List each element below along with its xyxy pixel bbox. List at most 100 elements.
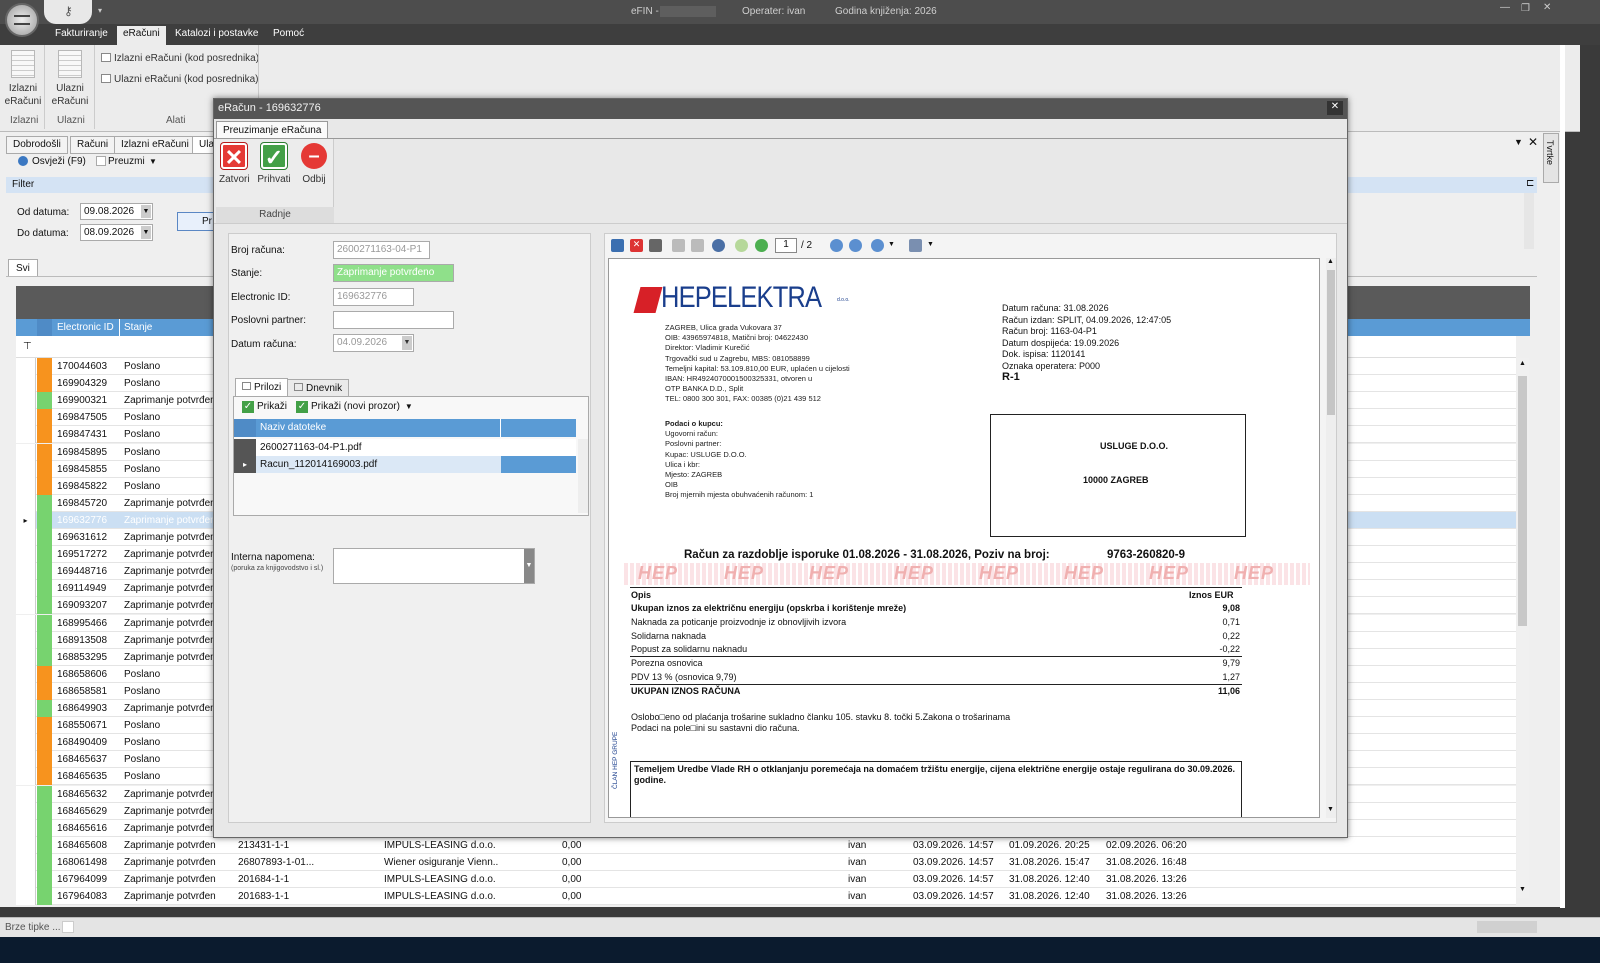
prikazi-novi-prozor-button[interactable]: ✓ Prikaži (novi prozor) ▼: [296, 401, 413, 413]
close-doc-icon[interactable]: ✕: [630, 239, 643, 252]
qat-dropdown-icon[interactable]: ▾: [98, 6, 102, 15]
table-row[interactable]: 167964099 Zaprimanje potvrđeno 201684-1-1 I…: [16, 871, 1516, 888]
shortcut-input[interactable]: [62, 921, 74, 933]
export-icon[interactable]: [909, 239, 922, 252]
application-menu-button[interactable]: [5, 3, 39, 37]
invoice-details-panel: Broj računa: 2600271163-04-P1 Stanje: Za…: [228, 233, 591, 823]
side-panel-tvrtke[interactable]: Tvrtke: [1543, 133, 1559, 183]
table-row[interactable]: 168061498 Zaprimanje potvrđeno 26807893-1-…: [16, 853, 1516, 871]
scroll-up-icon[interactable]: ▲: [1519, 360, 1526, 367]
tab-prilozi[interactable]: Prilozi: [235, 378, 289, 396]
interna-napomena-input[interactable]: ▼: [333, 548, 535, 584]
doc-tab-dobrodosli[interactable]: Dobrodošli: [6, 136, 68, 154]
zatvori-button[interactable]: ✕ Zatvori: [219, 143, 250, 185]
scroll-down-icon[interactable]: ▼: [1519, 886, 1526, 893]
kupac-line: Kupac: USLUGE D.O.O.: [665, 449, 747, 459]
paste-icon[interactable]: [691, 239, 704, 252]
col-naziv-datoteke[interactable]: Naziv datoteke: [260, 422, 326, 433]
calendar-dropdown-icon[interactable]: ▼: [402, 336, 412, 350]
scroll-up-icon[interactable]: ▲: [1327, 258, 1334, 265]
prikazi-button[interactable]: ✓ Prikaži: [242, 401, 287, 413]
cell-korisnik: ivan: [848, 874, 867, 885]
dropdown-icon[interactable]: ▼: [524, 549, 534, 583]
scroll-thumb[interactable]: [1518, 376, 1527, 626]
izlazni-eracuni-button[interactable]: Izlazni eRačuni: [4, 50, 42, 108]
ulazni-eracuni-button[interactable]: Ulazni eRačuni: [50, 50, 90, 108]
pin-icon[interactable]: ⊏: [1526, 178, 1534, 189]
filter-scrollbar[interactable]: [1524, 193, 1534, 249]
grid-tab-svi[interactable]: Svi: [8, 259, 38, 277]
calendar-dropdown-icon[interactable]: ▼: [141, 205, 151, 218]
minimize-icon[interactable]: —: [1500, 2, 1510, 13]
restore-icon[interactable]: ❐: [1521, 3, 1530, 14]
odbij-button[interactable]: – Odbij: [300, 143, 328, 185]
scroll-down-icon[interactable]: ▼: [1327, 806, 1334, 813]
invoice-line: Naknada za poticanje proizvodnje iz obno…: [630, 616, 1242, 630]
tab-pomoc[interactable]: Pomoć: [273, 28, 304, 39]
close-tab-icon[interactable]: ✕: [1528, 135, 1538, 149]
zoom-out-icon[interactable]: [849, 239, 862, 252]
scroll-thumb[interactable]: [1327, 270, 1335, 415]
row-indicator: [16, 443, 36, 461]
tabs-dropdown-icon[interactable]: ▼: [1514, 137, 1523, 147]
line-desc: Porezna osnovica: [631, 658, 703, 669]
col-electronic-id[interactable]: Electronic ID: [57, 322, 114, 333]
grid-vertical-scrollbar[interactable]: ▲ ▼: [1517, 358, 1529, 898]
doc-tab-racuni[interactable]: Računi: [70, 136, 116, 154]
col-opis: Opis: [631, 590, 652, 600]
doc-tab-izlazni[interactable]: Izlazni eRačuni: [114, 136, 196, 154]
checkmark-icon: ✓: [296, 401, 308, 413]
tab-katalozi[interactable]: Katalozi i postavke: [175, 28, 258, 39]
calendar-dropdown-icon[interactable]: ▼: [141, 226, 151, 239]
print-icon[interactable]: [649, 239, 662, 252]
preuzmi-button[interactable]: Preuzmi: [108, 156, 145, 167]
stanje-field[interactable]: Zaprimanje potvrđeno: [333, 264, 454, 282]
status-color-cell: [37, 494, 52, 512]
pdf-vertical-scrollbar[interactable]: ▲ ▼: [1326, 258, 1336, 818]
poslovni-partner-label: Poslovni partner:: [231, 315, 307, 326]
do-datuma-input[interactable]: 08.09.2026 ▼: [80, 224, 153, 241]
file-row[interactable]: 2600271163-04-P1.pdf: [234, 439, 576, 456]
menu-icon: [14, 15, 30, 25]
chevron-down-icon[interactable]: ▼: [927, 241, 934, 248]
close-window-icon[interactable]: ✕: [1543, 2, 1551, 13]
save-icon[interactable]: [611, 239, 624, 252]
poslovni-partner-field[interactable]: [333, 311, 454, 329]
ulazni-posrednik-button[interactable]: Ulazni eRačuni (kod posrednika): [101, 74, 259, 85]
electronic-id-field[interactable]: 169632776: [333, 288, 414, 306]
chevron-down-icon[interactable]: ▼: [149, 157, 157, 166]
table-row[interactable]: 168465608 Zaprimanje potvrđeno 213431-1-1 I…: [16, 836, 1516, 854]
status-color-cell: [37, 426, 52, 444]
dialog-close-icon[interactable]: ✕: [1327, 101, 1343, 115]
chevron-down-icon[interactable]: ▼: [405, 402, 413, 411]
datum-racuna-field[interactable]: 04.09.2026 ▼: [333, 334, 414, 352]
izlazni-posrednik-button[interactable]: Izlazni eRačuni (kod posrednika): [101, 53, 259, 64]
prihvati-button[interactable]: ✓ Prihvati: [256, 143, 292, 185]
file-row-selected[interactable]: ▸ Racun_112014169003.pdf: [234, 456, 576, 473]
tab-eracuni[interactable]: eRačuni: [117, 26, 166, 45]
table-row[interactable]: 167964083 Zaprimanje potvrđeno 201683-1-1 I…: [16, 888, 1516, 906]
kupac-line: Podaci o kupcu:: [665, 419, 723, 428]
document-icon: [101, 74, 111, 83]
zoom-in-icon[interactable]: [830, 239, 843, 252]
next-page-icon[interactable]: [755, 239, 768, 252]
od-datuma-input[interactable]: 09.08.2026 ▼: [80, 203, 153, 220]
find-icon[interactable]: [712, 239, 725, 252]
previous-page-icon[interactable]: [735, 239, 748, 252]
key-icon[interactable]: ⚷: [64, 4, 73, 18]
tab-preuzimanje[interactable]: Preuzimanje eRačuna: [216, 121, 329, 139]
refresh-button[interactable]: Osvježi (F9): [32, 156, 86, 167]
cell-stanje: Zaprimanje potvrđeno: [124, 549, 216, 561]
col-stanje[interactable]: Stanje: [124, 322, 152, 333]
zoom-icon[interactable]: [871, 239, 884, 252]
copy-icon[interactable]: [672, 239, 685, 252]
status-color-cell: [37, 597, 52, 615]
files-scrollbar[interactable]: [578, 439, 588, 513]
tab-dnevnik[interactable]: Dnevnik: [287, 379, 350, 396]
page-number-input[interactable]: 1: [775, 238, 797, 253]
chevron-down-icon[interactable]: ▼: [888, 241, 895, 248]
cell-korisnik: ivan: [848, 856, 867, 868]
cell-stanje: Poslano: [124, 463, 161, 475]
broj-racuna-field[interactable]: 2600271163-04-P1: [333, 241, 430, 259]
tab-fakturiranje[interactable]: Fakturiranje: [55, 28, 108, 39]
